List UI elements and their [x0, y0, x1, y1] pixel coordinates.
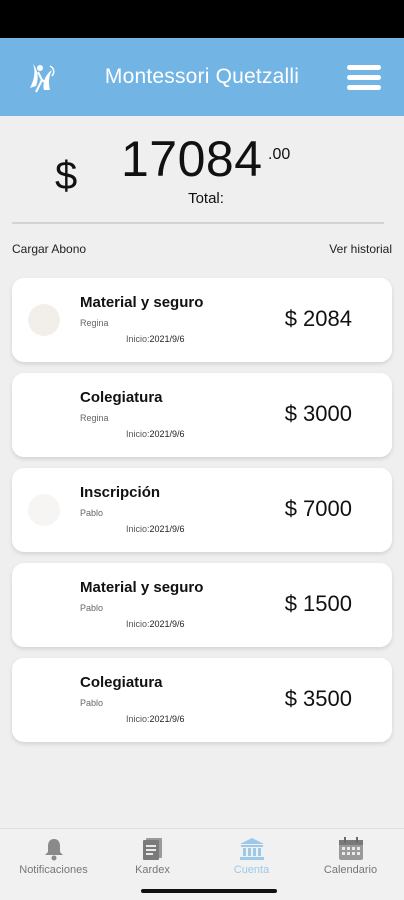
balance-decimals: .00 [268, 146, 291, 163]
student-avatar [28, 304, 60, 336]
app-header: Montessori Quetzalli [0, 38, 404, 116]
payment-concept: Inscripción [80, 484, 161, 501]
start-date-value: 2021/9/6 [149, 619, 185, 629]
document-icon [142, 838, 162, 860]
tab-cuenta[interactable]: Cuenta [201, 829, 302, 895]
start-date-value: 2021/9/6 [149, 429, 185, 439]
hamburger-menu-icon[interactable] [347, 65, 381, 91]
start-label: Inicio: [126, 429, 150, 439]
student-name: Regina [80, 413, 109, 423]
start-date-value: 2021/9/6 [149, 714, 185, 724]
balance-amount: 17084 [121, 131, 263, 187]
payment-concept: Colegiatura [80, 389, 163, 406]
payment-card[interactable]: Inscripción Pablo Inicio:2021/9/6 $ 7000 [12, 468, 392, 552]
start-date-value: 2021/9/6 [149, 334, 185, 344]
payment-card[interactable]: Material y seguro Pablo Inicio:2021/9/6 … [12, 563, 392, 647]
payment-concept: Material y seguro [80, 294, 204, 311]
tab-label: Notificaciones [19, 864, 88, 876]
start-date-value: 2021/9/6 [149, 524, 185, 534]
payment-amount: $ 3000 [284, 401, 352, 426]
payment-amount: $ 7000 [284, 496, 352, 521]
student-avatar [28, 494, 60, 526]
student-name: Pablo [80, 698, 104, 708]
student-name: Pablo [80, 508, 104, 518]
payment-card[interactable]: Colegiatura Pablo Inicio:2021/9/6 $ 3500 [12, 658, 392, 742]
payment-amount: $ 1500 [284, 591, 352, 616]
payment-amount: $ 3500 [284, 686, 352, 711]
payment-amount: $ 2084 [284, 306, 352, 331]
tab-label: Cuenta [233, 864, 270, 876]
bell-icon [44, 839, 63, 861]
start-label: Inicio: [126, 334, 150, 344]
tab-calendario[interactable]: Calendario [300, 829, 401, 895]
payment-card[interactable]: Colegiatura Regina Inicio:2021/9/6 $ 300… [12, 373, 392, 457]
tab-kardex[interactable]: Kardex [102, 829, 203, 895]
balance-label: Total: [188, 190, 224, 207]
divider [12, 222, 384, 224]
calendar-icon [338, 837, 363, 860]
tab-label: Kardex [135, 864, 170, 876]
status-bar [0, 0, 404, 38]
app-title: Montessori Quetzalli [104, 65, 300, 88]
start-date: Inicio:2021/9/6 [126, 619, 185, 629]
start-date: Inicio:2021/9/6 [126, 524, 185, 534]
start-label: Inicio: [126, 714, 150, 724]
payment-concept: Colegiatura [80, 674, 163, 691]
tab-label: Calendario [323, 864, 378, 876]
load-payment-link[interactable]: Cargar Abono [12, 242, 86, 256]
start-date: Inicio:2021/9/6 [126, 714, 185, 724]
student-name: Pablo [80, 603, 104, 613]
payment-card[interactable]: Material y seguro Regina Inicio:2021/9/6… [12, 278, 392, 362]
bank-icon [239, 838, 264, 860]
view-history-link[interactable]: Ver historial [329, 242, 392, 256]
tab-notificaciones[interactable]: Notificaciones [3, 829, 104, 895]
home-indicator [141, 889, 277, 893]
start-date: Inicio:2021/9/6 [126, 429, 185, 439]
balance-summary: $ 17084 .00 Total: [0, 116, 404, 220]
start-date: Inicio:2021/9/6 [126, 334, 185, 344]
start-label: Inicio: [126, 619, 150, 629]
payment-concept: Material y seguro [80, 579, 204, 596]
student-name: Regina [80, 318, 109, 328]
start-label: Inicio: [126, 524, 150, 534]
